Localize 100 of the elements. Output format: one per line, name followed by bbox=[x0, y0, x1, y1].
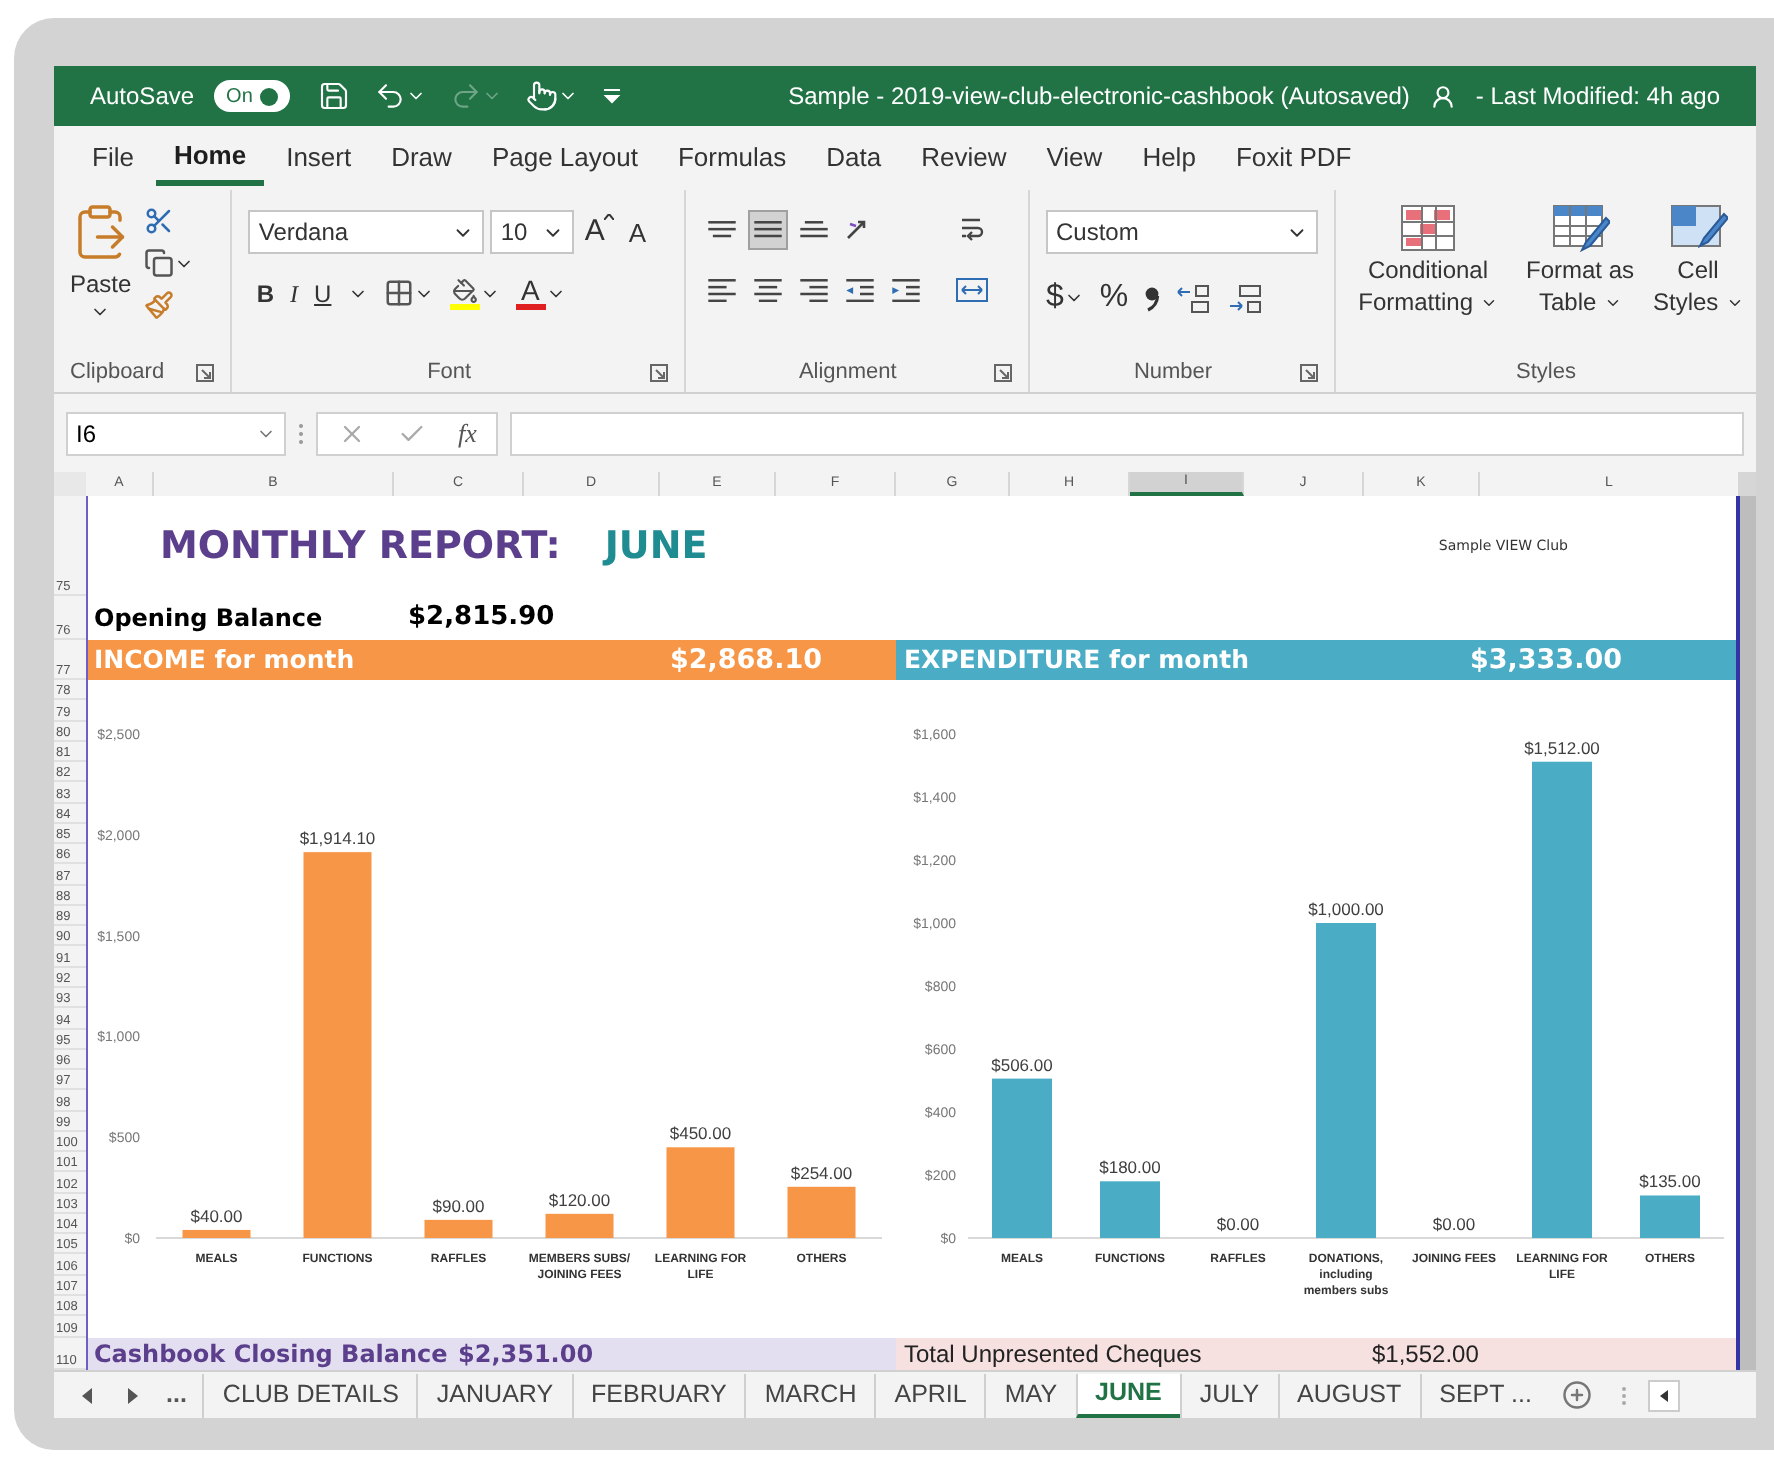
menu-tab[interactable]: Draw bbox=[373, 130, 470, 186]
table-brush-icon bbox=[1550, 202, 1610, 254]
cut-icon bbox=[143, 206, 174, 236]
name-box[interactable]: I6 bbox=[66, 411, 286, 455]
sheet-tab[interactable]: AUGUST bbox=[1277, 1373, 1420, 1417]
menu-tab[interactable]: Review bbox=[903, 130, 1025, 186]
sheet-tab[interactable]: JUNE bbox=[1075, 1373, 1180, 1417]
opening-balance-value: $2,815.90 bbox=[408, 600, 555, 637]
middle-align-icon bbox=[751, 220, 784, 240]
percent-button[interactable]: % bbox=[1099, 274, 1129, 322]
merge-cells-icon bbox=[953, 274, 990, 306]
unpresented-label: Total Unpresented Cheques bbox=[904, 1338, 1204, 1372]
report-title: MONTHLY REPORT: bbox=[160, 521, 561, 572]
add-sheet-icon[interactable] bbox=[1561, 1380, 1592, 1410]
expenditure-total: $3,333.00 bbox=[1469, 641, 1622, 680]
menu-tab[interactable]: Data bbox=[808, 130, 900, 186]
sheet-tab[interactable]: CLUB DETAILS bbox=[202, 1373, 417, 1417]
font-size-field[interactable]: 10 bbox=[490, 210, 575, 255]
menu-tab[interactable]: View bbox=[1028, 130, 1121, 186]
next-sheet-icon[interactable] bbox=[126, 1387, 138, 1403]
menu-tab[interactable]: Formulas bbox=[659, 130, 805, 186]
data-label: $450.00 bbox=[669, 1123, 732, 1144]
underline-button[interactable]: U bbox=[314, 275, 332, 311]
data-label: $180.00 bbox=[1099, 1157, 1161, 1178]
sheet-tab[interactable]: FEBRUARY bbox=[571, 1373, 745, 1417]
group-label: Clipboard bbox=[70, 357, 165, 388]
data-label: $1,512.00 bbox=[1524, 737, 1600, 758]
data-label: $1,000.00 bbox=[1308, 899, 1384, 919]
person-icon bbox=[1429, 83, 1456, 109]
data-label: $0.00 bbox=[1216, 1214, 1260, 1234]
vertical-scrollbar[interactable] bbox=[1740, 496, 1756, 1370]
cell-styles-button[interactable]: Cell Styles bbox=[1652, 202, 1744, 318]
data-label: $120.00 bbox=[548, 1189, 611, 1210]
data-label: $0.00 bbox=[1432, 1214, 1476, 1234]
left-align-icon bbox=[705, 277, 738, 303]
more-sheets-button[interactable]: ... bbox=[162, 1376, 191, 1414]
chart-bar bbox=[666, 1147, 735, 1238]
copy-icon bbox=[143, 248, 174, 278]
left-arrow-icon bbox=[1659, 1389, 1668, 1401]
formula-field[interactable] bbox=[510, 411, 1744, 455]
top-align-icon bbox=[705, 220, 738, 240]
italic-button[interactable]: I bbox=[290, 275, 299, 311]
font-color-button[interactable]: A bbox=[515, 277, 546, 309]
conditional-formatting-icon bbox=[1398, 202, 1458, 254]
sheet-tab[interactable]: APRIL bbox=[874, 1373, 985, 1417]
insert-function-button[interactable]: fx bbox=[458, 413, 477, 453]
middle-align-button[interactable] bbox=[747, 210, 788, 250]
bold-button[interactable]: B bbox=[256, 275, 275, 311]
sheet-tab[interactable]: SEPT ... bbox=[1419, 1373, 1550, 1417]
undo-icon[interactable] bbox=[374, 80, 407, 112]
closing-balance-value: $2,351.00 bbox=[458, 1338, 594, 1372]
window-title: Sample - 2019-view-club-electronic-cashbook (Autosaved) bbox=[788, 80, 1410, 114]
center-align-icon bbox=[751, 277, 784, 303]
right-align-icon bbox=[797, 277, 830, 303]
chart-bar bbox=[545, 1213, 614, 1238]
sheet-tab[interactable]: MARCH bbox=[744, 1373, 875, 1417]
format-painter-icon bbox=[143, 290, 174, 320]
paste-button[interactable]: Paste bbox=[70, 202, 132, 352]
customize-icon[interactable] bbox=[602, 86, 623, 106]
menu-tab[interactable]: Help bbox=[1124, 130, 1214, 186]
shrink-font-button[interactable]: A bbox=[624, 213, 651, 252]
font-name-field[interactable]: Verdana bbox=[248, 210, 485, 255]
menu-tab[interactable]: Home bbox=[155, 130, 265, 186]
autosave-label: AutoSave bbox=[90, 80, 195, 114]
menu-tab[interactable]: Insert bbox=[268, 130, 370, 186]
menu-tab[interactable]: Foxit PDF bbox=[1217, 130, 1370, 186]
currency-button[interactable]: $ bbox=[1046, 274, 1084, 322]
conditional-styles-button[interactable]: Conditional Formatting bbox=[1348, 202, 1508, 318]
expenditure-label: EXPENDITURE for month bbox=[904, 641, 1249, 678]
number-format-field[interactable]: Custom bbox=[1046, 210, 1318, 254]
sheet-tab[interactable]: JULY bbox=[1179, 1373, 1278, 1417]
menu-tab[interactable]: File bbox=[74, 130, 152, 186]
comma-style-icon bbox=[1144, 284, 1161, 312]
autosave-toggle[interactable]: On bbox=[214, 80, 291, 112]
pointer-icon[interactable] bbox=[526, 80, 559, 112]
dialog-launcher-icon[interactable] bbox=[994, 363, 1012, 381]
grow-font-button[interactable]: A bbox=[580, 210, 619, 255]
report-month: JUNE bbox=[604, 521, 708, 572]
sheet-tab[interactable]: JANUARY bbox=[416, 1373, 572, 1417]
dialog-launcher-icon[interactable] bbox=[196, 363, 215, 381]
dialog-launcher-icon[interactable] bbox=[1300, 363, 1318, 381]
data-label: $90.00 bbox=[432, 1195, 485, 1216]
scroll-left-button[interactable] bbox=[1647, 1379, 1680, 1411]
menu-tab[interactable]: Page Layout bbox=[473, 130, 656, 186]
chart-bar bbox=[182, 1229, 251, 1238]
table-styles-button[interactable]: Format as Table bbox=[1520, 202, 1640, 318]
data-label: $40.00 bbox=[190, 1205, 243, 1226]
save-icon[interactable] bbox=[318, 80, 351, 112]
opening-balance-label: Opening Balance bbox=[94, 602, 325, 636]
cell-brush-icon bbox=[1668, 202, 1728, 254]
previous-sheet-icon[interactable] bbox=[82, 1387, 94, 1403]
borders-icon bbox=[383, 278, 414, 308]
dialog-launcher-icon[interactable] bbox=[649, 363, 668, 381]
last-modified: - Last Modified: 4h ago bbox=[1475, 80, 1720, 114]
outdent-align-icon bbox=[843, 277, 876, 303]
undo-button[interactable] bbox=[374, 80, 427, 112]
grip-icon bbox=[298, 421, 304, 445]
data-label: $254.00 bbox=[790, 1162, 853, 1183]
income-label: INCOME for month bbox=[94, 641, 355, 678]
touch-mode-button[interactable] bbox=[526, 80, 579, 112]
